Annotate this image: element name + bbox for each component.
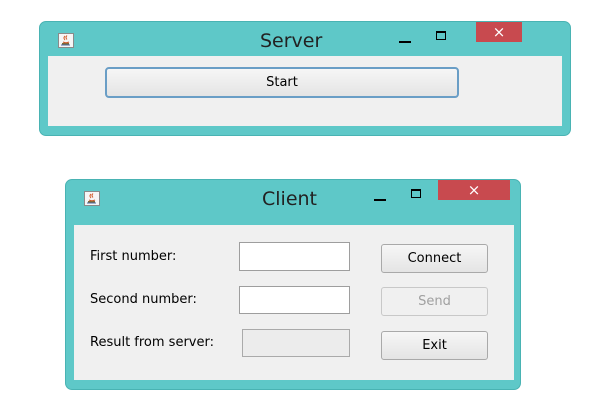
result-field	[242, 329, 350, 357]
minimize-icon[interactable]	[374, 199, 386, 201]
minimize-icon[interactable]	[399, 41, 411, 43]
close-button[interactable]: ×	[438, 180, 510, 200]
maximize-icon[interactable]	[436, 31, 446, 40]
server-titlebar[interactable]: Server ×	[40, 22, 570, 56]
client-window: Client × First number: Connect Second nu…	[65, 179, 521, 390]
client-titlebar[interactable]: Client ×	[66, 180, 520, 214]
connect-button[interactable]: Connect	[381, 244, 488, 273]
client-content-pane: First number: Connect Second number: Sen…	[74, 225, 514, 380]
close-button[interactable]: ×	[476, 22, 522, 42]
java-cup-icon[interactable]	[58, 33, 74, 48]
server-window: Server × Start	[39, 21, 571, 136]
first-number-label: First number:	[90, 249, 177, 264]
server-window-title: Server	[260, 30, 323, 52]
result-from-server-label: Result from server:	[90, 335, 214, 350]
start-button[interactable]: Start	[105, 67, 459, 98]
second-number-label: Second number:	[90, 292, 197, 307]
maximize-icon[interactable]	[411, 189, 421, 198]
send-button[interactable]: Send	[381, 287, 488, 316]
exit-button[interactable]: Exit	[381, 331, 488, 360]
client-window-title: Client	[262, 188, 318, 210]
java-cup-icon[interactable]	[84, 191, 100, 206]
second-number-field[interactable]	[239, 286, 350, 314]
server-content-pane: Start	[48, 56, 562, 126]
first-number-field[interactable]	[239, 242, 350, 271]
